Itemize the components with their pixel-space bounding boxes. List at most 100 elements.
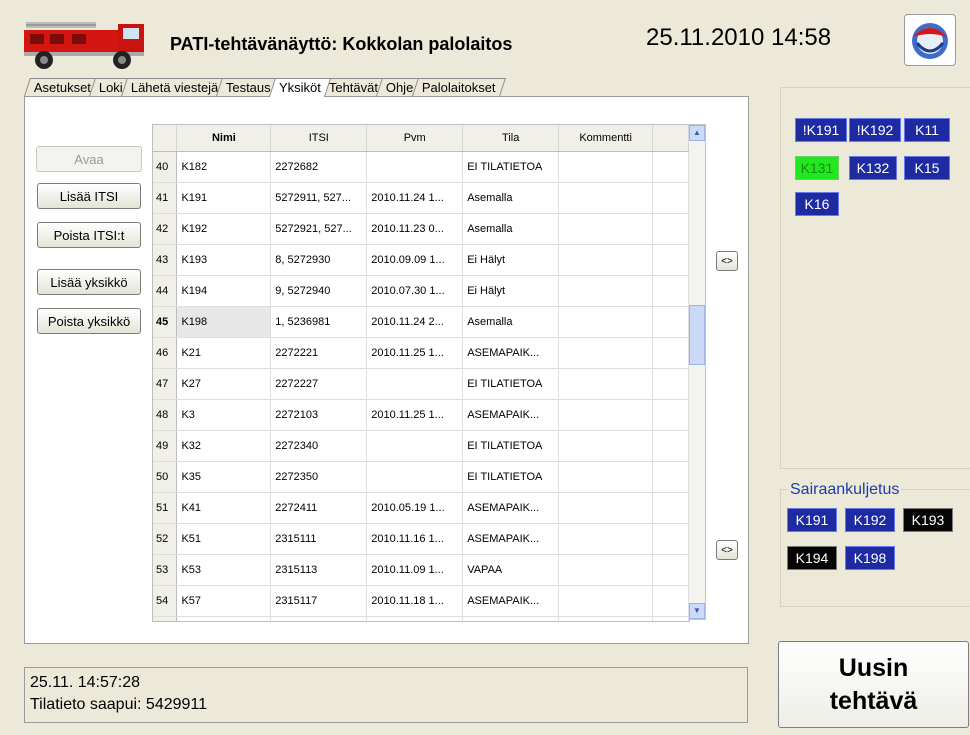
cell-status[interactable]: ASEMAPAIK... xyxy=(462,337,560,369)
cell-itsi[interactable]: 2272340 xyxy=(270,430,368,462)
cell-status[interactable]: VAPAA xyxy=(462,554,560,586)
units-table[interactable]: Nimi ITSI Pvm Tila Kommentti 40 K182 22726… xyxy=(152,124,690,622)
cell-itsi[interactable]: 2272411 xyxy=(270,492,368,524)
cell-itsi[interactable]: 5272921, 527... xyxy=(270,213,368,245)
table-row[interactable]: 52 K51 2315111 2010.11.16 1... ASEMAPAIK... xyxy=(153,523,689,555)
cell-name[interactable]: K57 xyxy=(176,585,272,617)
table-row[interactable]: 43 K193 8, 5272930 2010.09.09 1... Ei Hälyt xyxy=(153,244,689,276)
unit-badge[interactable]: K132 xyxy=(849,156,897,180)
table-row[interactable]: 50 K35 2272350 EI TILATIETOA xyxy=(153,461,689,493)
cell-status[interactable]: KOHTEESSA xyxy=(462,616,560,621)
move-unit-button-bottom[interactable]: <> xyxy=(716,540,738,560)
cell-itsi[interactable]: 2272103 xyxy=(270,399,368,431)
cell-itsi[interactable]: 2272682 xyxy=(270,151,368,183)
cell-name[interactable]: K53 xyxy=(176,554,272,586)
column-header-date[interactable]: Pvm xyxy=(366,125,464,152)
table-row[interactable]: 54 K57 2315117 2010.11.18 1... ASEMAPAIK... xyxy=(153,585,689,617)
cell-comment[interactable] xyxy=(558,275,654,307)
cell-comment[interactable] xyxy=(558,554,654,586)
cell-name[interactable]: K193 xyxy=(176,244,272,276)
table-row[interactable]: 45 K198 1, 5236981 2010.11.24 2... Asemalla xyxy=(153,306,689,338)
unit-badge[interactable]: K131 xyxy=(795,156,839,180)
cell-date[interactable]: 2010.11.24 1... xyxy=(366,182,464,214)
cell-itsi[interactable]: 2315117 xyxy=(270,585,368,617)
cell-name[interactable]: K192 xyxy=(176,213,272,245)
scroll-down-icon[interactable]: ▼ xyxy=(689,603,705,619)
unit-badge[interactable]: K15 xyxy=(904,156,950,180)
column-header-comment[interactable]: Kommentti xyxy=(558,125,654,152)
cell-status[interactable]: Asemalla xyxy=(462,213,560,245)
table-row[interactable]: 44 K194 9, 5272940 2010.07.30 1... Ei Hälyt xyxy=(153,275,689,307)
cell-status[interactable]: ASEMAPAIK... xyxy=(462,523,560,555)
remove-unit-button[interactable]: Poista yksikkö xyxy=(37,308,141,334)
unit-badge[interactable]: !K192 xyxy=(849,118,901,142)
column-header-status[interactable]: Tila xyxy=(462,125,560,152)
cell-name[interactable]: K3 xyxy=(176,399,272,431)
add-itsi-button[interactable]: Lisää ITSI xyxy=(37,183,141,209)
cell-itsi[interactable]: 5315191 xyxy=(270,616,368,621)
cell-name[interactable]: K591 xyxy=(176,616,272,621)
cell-comment[interactable] xyxy=(558,616,654,621)
cell-date[interactable]: 2010.11.25 1... xyxy=(366,399,464,431)
cell-comment[interactable] xyxy=(558,213,654,245)
cell-status[interactable]: EI TILATIETOA xyxy=(462,461,560,493)
open-button[interactable]: Avaa xyxy=(36,146,142,172)
newest-task-button[interactable]: Uusin tehtävä xyxy=(778,641,969,728)
cell-date[interactable]: 2010.09.09 1... xyxy=(366,244,464,276)
cell-date[interactable]: 2010.11.25 1... xyxy=(366,616,464,621)
table-row[interactable]: 55K59153151912010.11.25 1...KOHTEESSA xyxy=(153,616,689,621)
cell-comment[interactable] xyxy=(558,182,654,214)
cell-name[interactable]: K41 xyxy=(176,492,272,524)
table-row[interactable]: 41 K191 5272911, 527... 2010.11.24 1... Asem… xyxy=(153,182,689,214)
cell-comment[interactable] xyxy=(558,337,654,369)
cell-status[interactable]: Ei Hälyt xyxy=(462,244,560,276)
cell-comment[interactable] xyxy=(558,430,654,462)
cell-name[interactable]: K198 xyxy=(176,306,272,338)
cell-comment[interactable] xyxy=(558,585,654,617)
cell-date[interactable]: 2010.11.24 2... xyxy=(366,306,464,338)
cell-date[interactable]: 2010.05.19 1... xyxy=(366,492,464,524)
tab-palolaitokset[interactable]: Palolaitokset xyxy=(411,78,506,96)
cell-itsi[interactable]: 2272221 xyxy=(270,337,368,369)
cell-name[interactable]: K182 xyxy=(176,151,272,183)
cell-itsi[interactable]: 8, 5272930 xyxy=(270,244,368,276)
cell-date[interactable]: 2010.11.09 1... xyxy=(366,554,464,586)
cell-status[interactable]: EI TILATIETOA xyxy=(462,368,560,400)
table-row[interactable]: 46 K21 2272221 2010.11.25 1... ASEMAPAIK... xyxy=(153,337,689,369)
move-unit-button-top[interactable]: <> xyxy=(716,251,738,271)
cell-status[interactable]: EI TILATIETOA xyxy=(462,430,560,462)
table-row[interactable]: 53 K53 2315113 2010.11.09 1... VAPAA xyxy=(153,554,689,586)
cell-itsi[interactable]: 2272227 xyxy=(270,368,368,400)
cell-name[interactable]: K191 xyxy=(176,182,272,214)
unit-badge[interactable]: !K191 xyxy=(795,118,847,142)
table-row[interactable]: 49 K32 2272340 EI TILATIETOA xyxy=(153,430,689,462)
tab-yksikot[interactable]: Yksiköt xyxy=(269,78,332,97)
cell-status[interactable]: ASEMAPAIK... xyxy=(462,399,560,431)
cell-comment[interactable] xyxy=(558,461,654,493)
cell-itsi[interactable]: 2315111 xyxy=(270,523,368,555)
cell-comment[interactable] xyxy=(558,399,654,431)
ambulance-unit-badge[interactable]: K192 xyxy=(845,508,895,532)
cell-comment[interactable] xyxy=(558,151,654,183)
cell-comment[interactable] xyxy=(558,368,654,400)
unit-badge[interactable]: K16 xyxy=(795,192,839,216)
table-row[interactable]: 47 K27 2272227 EI TILATIETOA xyxy=(153,368,689,400)
cell-date[interactable]: 2010.11.25 1... xyxy=(366,337,464,369)
cell-status[interactable]: Asemalla xyxy=(462,306,560,338)
scroll-up-icon[interactable]: ▲ xyxy=(689,125,705,141)
cell-itsi[interactable]: 2272350 xyxy=(270,461,368,493)
ambulance-unit-badge[interactable]: K194 xyxy=(787,546,837,570)
ambulance-unit-badge[interactable]: K193 xyxy=(903,508,953,532)
cell-itsi[interactable]: 5272911, 527... xyxy=(270,182,368,214)
table-row[interactable]: 51 K41 2272411 2010.05.19 1... ASEMAPAIK... xyxy=(153,492,689,524)
cell-status[interactable]: ASEMAPAIK... xyxy=(462,585,560,617)
cell-name[interactable]: K32 xyxy=(176,430,272,462)
cell-comment[interactable] xyxy=(558,492,654,524)
table-scrollbar[interactable]: ▲ ▼ xyxy=(689,124,706,620)
remove-itsi-button[interactable]: Poista ITSI:t xyxy=(37,222,141,248)
cell-name[interactable]: K194 xyxy=(176,275,272,307)
cell-date[interactable]: 2010.07.30 1... xyxy=(366,275,464,307)
cell-date[interactable]: 2010.11.16 1... xyxy=(366,523,464,555)
column-header-name[interactable]: Nimi xyxy=(176,125,272,152)
table-row[interactable]: 48 K3 2272103 2010.11.25 1... ASEMAPAIK... xyxy=(153,399,689,431)
